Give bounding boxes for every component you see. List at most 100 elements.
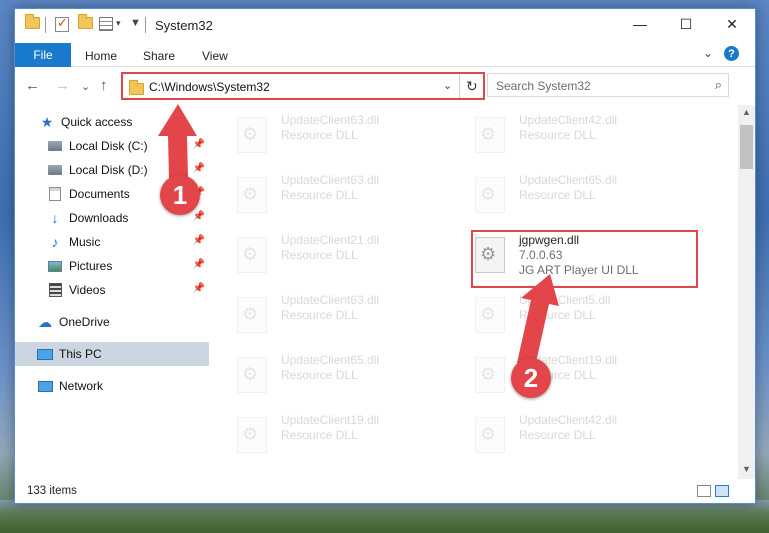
large-icons-view-icon[interactable] xyxy=(715,485,729,497)
tab-view[interactable]: View xyxy=(202,49,228,63)
sidebar-item-local-disk-c[interactable]: Local Disk (C:) 📌 xyxy=(15,134,209,158)
properties-check-icon[interactable] xyxy=(55,15,69,32)
pin-icon[interactable]: 📌 xyxy=(193,259,205,270)
help-icon[interactable]: ? xyxy=(724,46,739,61)
drive-icon xyxy=(47,162,63,178)
minimize-button[interactable]: — xyxy=(617,9,663,39)
file-name: UpdateClient63.dll xyxy=(281,293,380,307)
file-item[interactable]: UpdateClient19.dll Resource DLL xyxy=(211,407,431,459)
file-type: Resource DLL xyxy=(281,428,358,442)
file-item[interactable]: UpdateClient5.dll Resource DLL xyxy=(449,287,669,339)
file-item[interactable]: UpdateClient42.dll Resource DLL xyxy=(449,107,669,159)
file-name: UpdateClient65.dll xyxy=(519,173,618,187)
pin-icon[interactable]: 📌 xyxy=(193,283,205,294)
sidebar-item-onedrive[interactable]: ☁ OneDrive xyxy=(15,310,209,334)
file-type: Resource DLL xyxy=(519,188,596,202)
file-item[interactable]: UpdateClient65.dll Resource DLL xyxy=(211,347,431,399)
navigation-pane: ★ Quick access Local Disk (C:) 📌 Local D… xyxy=(15,105,211,479)
pin-icon[interactable]: 📌 xyxy=(193,139,205,150)
qa-customize-icon[interactable]: ▾ xyxy=(116,18,121,29)
pin-icon[interactable]: 📌 xyxy=(193,163,205,174)
new-folder-icon[interactable] xyxy=(78,14,93,29)
file-type: Resource DLL xyxy=(281,308,358,322)
status-bar: 133 items xyxy=(15,479,755,503)
drive-icon xyxy=(47,138,63,154)
refresh-icon[interactable]: ↻ xyxy=(466,78,478,95)
recent-locations-button[interactable]: ⌄ xyxy=(81,80,90,93)
close-button[interactable]: ✕ xyxy=(709,9,755,39)
sidebar-item-label: Quick access xyxy=(61,115,133,129)
dll-file-icon xyxy=(237,117,267,153)
ribbon-tabs: File Home Share View ⌄ ? xyxy=(15,41,755,67)
file-item[interactable]: UpdateClient63.dll Resource DLL xyxy=(211,107,431,159)
address-dropdown-icon[interactable]: ⌄ xyxy=(443,79,452,92)
network-icon xyxy=(37,378,53,394)
dll-file-icon xyxy=(475,357,505,393)
desktop-background xyxy=(0,500,769,533)
pin-icon[interactable]: 📌 xyxy=(193,211,205,222)
qa-dropdown-icon[interactable]: ▼ xyxy=(130,17,141,29)
sidebar-item-label: Local Disk (C:) xyxy=(69,139,148,153)
address-bar[interactable]: C:\Windows\System32 ⌄ ↻ xyxy=(121,72,485,100)
sidebar-item-label: Local Disk (D:) xyxy=(69,163,148,177)
scroll-down-icon[interactable]: ▼ xyxy=(742,464,751,474)
back-button[interactable]: ← xyxy=(25,77,40,94)
maximize-button[interactable]: ☐ xyxy=(663,9,709,39)
file-name: UpdateClient21.dll xyxy=(281,233,380,247)
item-count: 133 items xyxy=(27,485,77,497)
step-2-badge: 2 xyxy=(511,358,551,398)
pictures-icon xyxy=(47,258,63,274)
dll-file-icon xyxy=(237,357,267,393)
sidebar-item-label: Downloads xyxy=(69,211,129,225)
up-button[interactable]: ↑ xyxy=(100,77,108,94)
sidebar-item-this-pc[interactable]: This PC xyxy=(15,342,209,366)
sidebar-item-quick-access[interactable]: ★ Quick access xyxy=(15,110,209,134)
pin-icon[interactable]: 📌 xyxy=(193,235,205,246)
dll-file-icon xyxy=(475,297,505,333)
sidebar-item-network[interactable]: Network xyxy=(15,374,209,398)
search-placeholder: Search System32 xyxy=(496,79,591,93)
file-item[interactable]: UpdateClient63.dll Resource DLL xyxy=(211,287,431,339)
forward-button[interactable]: → xyxy=(55,77,70,94)
tab-home[interactable]: Home xyxy=(85,49,117,63)
sidebar-item-label: Pictures xyxy=(69,259,113,273)
computer-icon xyxy=(37,346,53,362)
step-1-badge: 1 xyxy=(160,175,200,215)
dll-file-icon xyxy=(237,237,267,273)
tab-file[interactable]: File xyxy=(15,43,71,67)
file-item[interactable]: UpdateClient42.dll Resource DLL xyxy=(449,407,669,459)
file-name: UpdateClient42.dll xyxy=(519,413,618,427)
file-item[interactable]: UpdateClient19.dll Resource DLL xyxy=(449,347,669,399)
details-view-icon[interactable] xyxy=(697,485,711,497)
file-type: Resource DLL xyxy=(281,368,358,382)
sidebar-item-pictures[interactable]: Pictures 📌 xyxy=(15,254,209,278)
tab-share[interactable]: Share xyxy=(143,49,175,63)
file-type: Resource DLL xyxy=(519,308,596,322)
sidebar-item-videos[interactable]: Videos 📌 xyxy=(15,278,209,302)
file-name: UpdateClient5.dll xyxy=(519,293,611,307)
sidebar-item-music[interactable]: ♪ Music 📌 xyxy=(15,230,209,254)
search-icon[interactable]: ⌕ xyxy=(715,77,722,93)
dll-file-icon xyxy=(237,177,267,213)
vertical-scrollbar[interactable]: ▲ ▼ xyxy=(738,105,755,479)
address-path[interactable]: C:\Windows\System32 xyxy=(149,80,270,94)
properties-icon[interactable] xyxy=(99,17,113,31)
file-item[interactable]: UpdateClient63.dll Resource DLL xyxy=(211,167,431,219)
scroll-thumb[interactable] xyxy=(740,125,753,169)
title-bar: ▾ ▼ System32 — ☐ ✕ xyxy=(15,9,755,41)
navigation-bar: ← → ⌄ ↑ C:\Windows\System32 ⌄ ↻ Search S… xyxy=(15,68,755,104)
search-input[interactable]: Search System32 ⌕ xyxy=(487,73,729,97)
window-title: System32 xyxy=(155,18,213,33)
cloud-icon: ☁ xyxy=(38,313,52,330)
qa-separator xyxy=(45,17,46,33)
title-separator xyxy=(145,17,146,33)
file-item[interactable]: UpdateClient21.dll Resource DLL xyxy=(211,227,431,279)
file-type: Resource DLL xyxy=(519,428,596,442)
file-explorer-window: ▾ ▼ System32 — ☐ ✕ File Home Share View … xyxy=(14,8,756,504)
address-folder-icon xyxy=(129,80,144,95)
file-item[interactable]: UpdateClient65.dll Resource DLL xyxy=(449,167,669,219)
file-type: Resource DLL xyxy=(281,248,358,262)
scroll-up-icon[interactable]: ▲ xyxy=(742,107,751,117)
ribbon-collapse-icon[interactable]: ⌄ xyxy=(703,46,713,60)
dll-file-icon xyxy=(237,417,267,453)
